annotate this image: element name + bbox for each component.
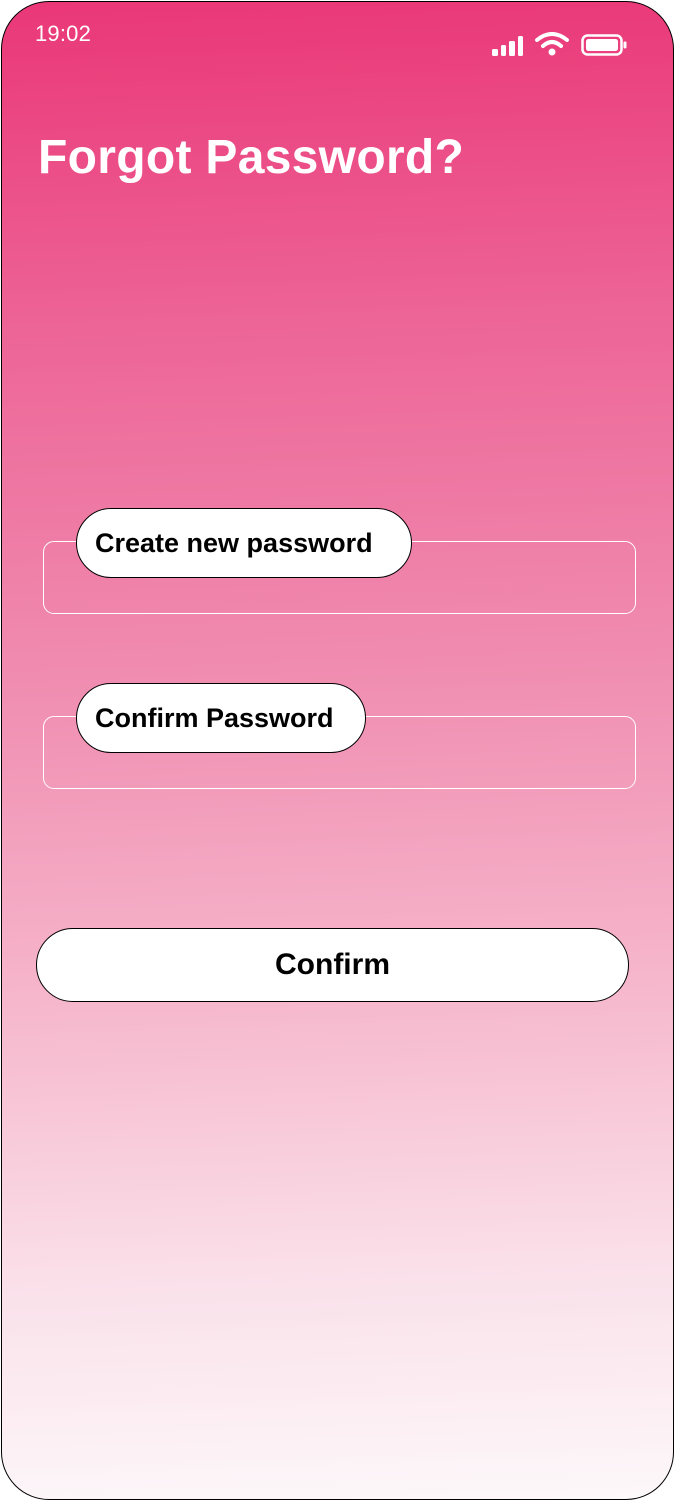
cellular-signal-icon <box>492 36 523 56</box>
status-icons <box>492 32 627 56</box>
status-time: 19:02 <box>35 21 92 46</box>
new-password-label: Create new password <box>76 508 412 578</box>
page-title: Forgot Password? <box>38 131 465 184</box>
phone-screen: 19:02 Forgot Password? Create new passwo… <box>1 1 674 1500</box>
confirm-button[interactable]: Confirm <box>36 928 629 1002</box>
wifi-icon <box>535 32 569 56</box>
battery-icon <box>581 34 627 56</box>
confirm-password-label: Confirm Password <box>76 683 366 753</box>
